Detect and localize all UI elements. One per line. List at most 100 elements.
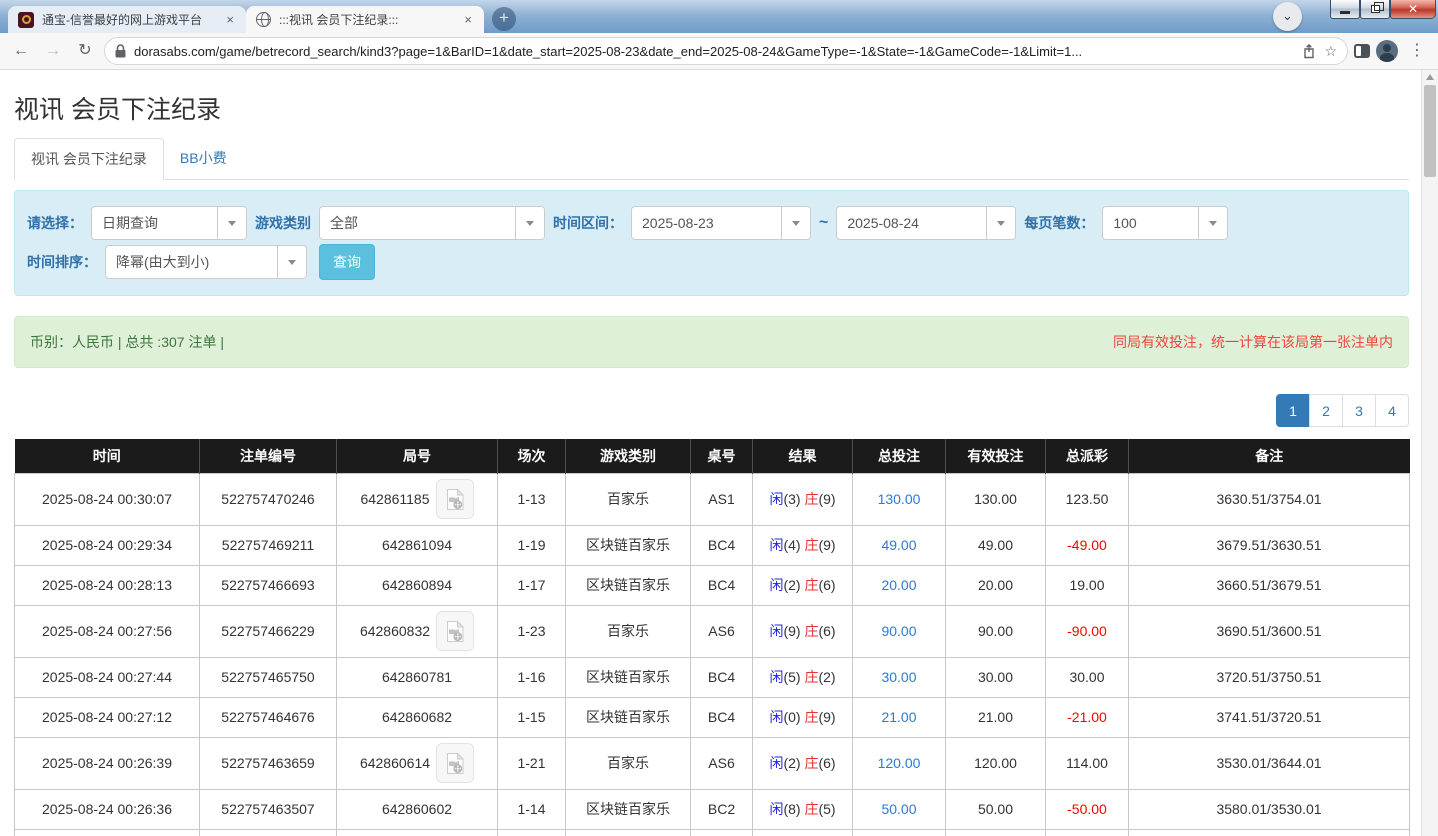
maximize-button[interactable] (1360, 0, 1390, 19)
result-player-score: (2) (783, 755, 805, 771)
cell-valid-bet: 50.00 (945, 828, 1046, 836)
result-banker-score: (9) (818, 709, 836, 725)
result-banker: 庄 (804, 669, 819, 685)
total-bet-link[interactable]: 120.00 (878, 755, 921, 771)
close-button[interactable]: ✕ (1390, 0, 1436, 19)
table-body: 2025-08-24 00:30:07 522757470246 642861185… (14, 472, 1410, 836)
cell-remark: 3530.01/3644.01 (1128, 736, 1410, 790)
date-range-label: 时间区间： (553, 215, 623, 231)
page-number-button[interactable]: 4 (1375, 394, 1409, 427)
cell-payout: -50.00 (1045, 788, 1129, 830)
result-player: 闲 (769, 577, 784, 593)
cell-result: 闲(3) 庄(9) (752, 472, 853, 526)
page-number-button[interactable]: 3 (1342, 394, 1376, 427)
total-bet-link[interactable]: 49.00 (881, 537, 916, 553)
date-start-select[interactable]: 2025-08-23 (631, 206, 811, 240)
date-end-select[interactable]: 2025-08-24 (836, 206, 1017, 240)
padlock-icon (115, 44, 126, 58)
column-header: 注单编号 (199, 439, 337, 473)
total-bet-link[interactable]: 30.00 (881, 669, 916, 685)
tab-close-icon[interactable]: × (462, 12, 474, 27)
share-icon[interactable] (1302, 43, 1316, 59)
cell-table-no: BC4 (690, 524, 753, 566)
round-no-text: 642860832 (359, 623, 431, 639)
video-replay-button[interactable] (435, 479, 474, 519)
query-type-select[interactable]: 日期查询 (91, 206, 247, 240)
result-banker-score: (9) (818, 537, 836, 553)
cell-valid-bet: 90.00 (945, 604, 1046, 658)
result-banker: 庄 (804, 537, 819, 553)
total-bet-link[interactable]: 21.00 (881, 709, 916, 725)
new-tab-button[interactable]: + (492, 7, 516, 31)
cell-remark: 3741.51/3720.51 (1128, 696, 1410, 738)
browser-menu-icon[interactable]: ⋮ (1404, 38, 1430, 64)
cell-time: 2025-08-24 00:27:56 (14, 604, 200, 658)
browser-tab-active[interactable]: :::视讯 会员下注纪录::: × (246, 6, 484, 33)
chevron-down-icon[interactable] (1198, 207, 1228, 239)
sort-select[interactable]: 降幂(由大到小) (105, 245, 307, 279)
round-no-wrap: 642860682 (382, 709, 452, 725)
cell-round-no: 642860602 (336, 788, 498, 830)
page-number-button[interactable]: 2 (1309, 394, 1343, 427)
result-banker: 庄 (804, 709, 819, 725)
result-banker: 庄 (804, 623, 819, 639)
video-replay-button[interactable] (436, 743, 475, 783)
forward-button[interactable]: → (40, 38, 66, 64)
cell-time: 2025-08-24 00:26:36 (14, 788, 200, 830)
column-header: 结果 (752, 439, 853, 473)
tab-search-button[interactable]: ⌄ (1273, 2, 1302, 31)
sort-value: 降幂(由大到小) (116, 254, 210, 270)
cell-payout: 114.00 (1045, 736, 1129, 790)
payout-value: -49.00 (1067, 537, 1107, 553)
chevron-down-icon[interactable] (217, 207, 246, 239)
cell-remark: 3580.01/3530.01 (1128, 788, 1410, 830)
game-type-select[interactable]: 全部 (319, 206, 545, 240)
valid-bet-notice: 同局有效投注，统一计算在该局第一张注单内 (1113, 334, 1393, 350)
chevron-down-icon[interactable] (781, 207, 810, 239)
profile-avatar[interactable] (1376, 40, 1398, 62)
bet-records-table: 时间 注单编号 局号 场次 游戏类别 桌号 结果 总投注 有效投注 总派彩 备注 2025-08-2… (14, 439, 1410, 836)
chevron-down-icon[interactable] (277, 246, 306, 278)
tab-bb-tips[interactable]: BB小费 (164, 138, 243, 180)
page-scrollbar[interactable] (1421, 70, 1438, 836)
browser-tab-inactive[interactable]: 通宝-信誉最好的网上游戏平台 × (8, 6, 246, 33)
cell-payout: -49.00 (1045, 524, 1129, 566)
round-no-wrap: 642860614 (360, 743, 475, 783)
cell-valid-bet: 49.00 (945, 524, 1046, 566)
video-replay-button[interactable] (436, 611, 475, 651)
cell-table-no: AS6 (690, 736, 753, 790)
cell-valid-bet: 21.00 (945, 696, 1046, 738)
cell-bet-no: 522757469211 (199, 524, 337, 566)
address-bar[interactable]: dorasabs.com/game/betrecord_search/kind3… (104, 37, 1348, 65)
back-button[interactable]: ← (8, 38, 34, 64)
cell-bet-no: 522757465750 (199, 656, 337, 698)
scroll-up-arrow-icon[interactable] (1426, 74, 1434, 80)
table-row: 2025-08-24 00:30:07 522757470246 642861185… (14, 472, 1410, 526)
per-page-select[interactable]: 100 (1102, 206, 1229, 240)
total-bet-link[interactable]: 20.00 (881, 577, 916, 593)
scrollbar-thumb[interactable] (1424, 85, 1436, 177)
bookmark-star-icon[interactable]: ☆ (1324, 43, 1337, 60)
reload-button[interactable]: ↻ (72, 38, 98, 64)
payout-value: 123.50 (1065, 491, 1109, 507)
page-number-button[interactable]: 1 (1276, 394, 1310, 427)
cell-payout: 47.50 (1045, 828, 1129, 836)
total-bet-link[interactable]: 50.00 (881, 801, 916, 817)
minimize-icon (1340, 10, 1350, 14)
total-bet-link[interactable]: 130.00 (878, 491, 921, 507)
chevron-down-icon[interactable] (515, 207, 544, 239)
side-panel-icon[interactable] (1354, 44, 1370, 58)
range-separator: ~ (819, 214, 829, 231)
result-banker-score: (6) (818, 577, 836, 593)
tab-bet-records[interactable]: 视讯 会员下注纪录 (14, 138, 164, 180)
query-button[interactable]: 查询 (319, 244, 375, 280)
cell-payout: -90.00 (1045, 604, 1129, 658)
total-bet-link[interactable]: 90.00 (881, 623, 916, 639)
site-favicon (18, 11, 34, 28)
table-row: 2025-08-24 00:27:12 522757464676 642860682… (14, 696, 1410, 738)
round-no-wrap: 642860781 (382, 669, 452, 685)
tab-close-icon[interactable]: × (224, 12, 236, 27)
chevron-down-icon[interactable] (986, 207, 1016, 239)
cell-valid-bet: 20.00 (945, 564, 1046, 606)
minimize-button[interactable] (1330, 0, 1360, 19)
